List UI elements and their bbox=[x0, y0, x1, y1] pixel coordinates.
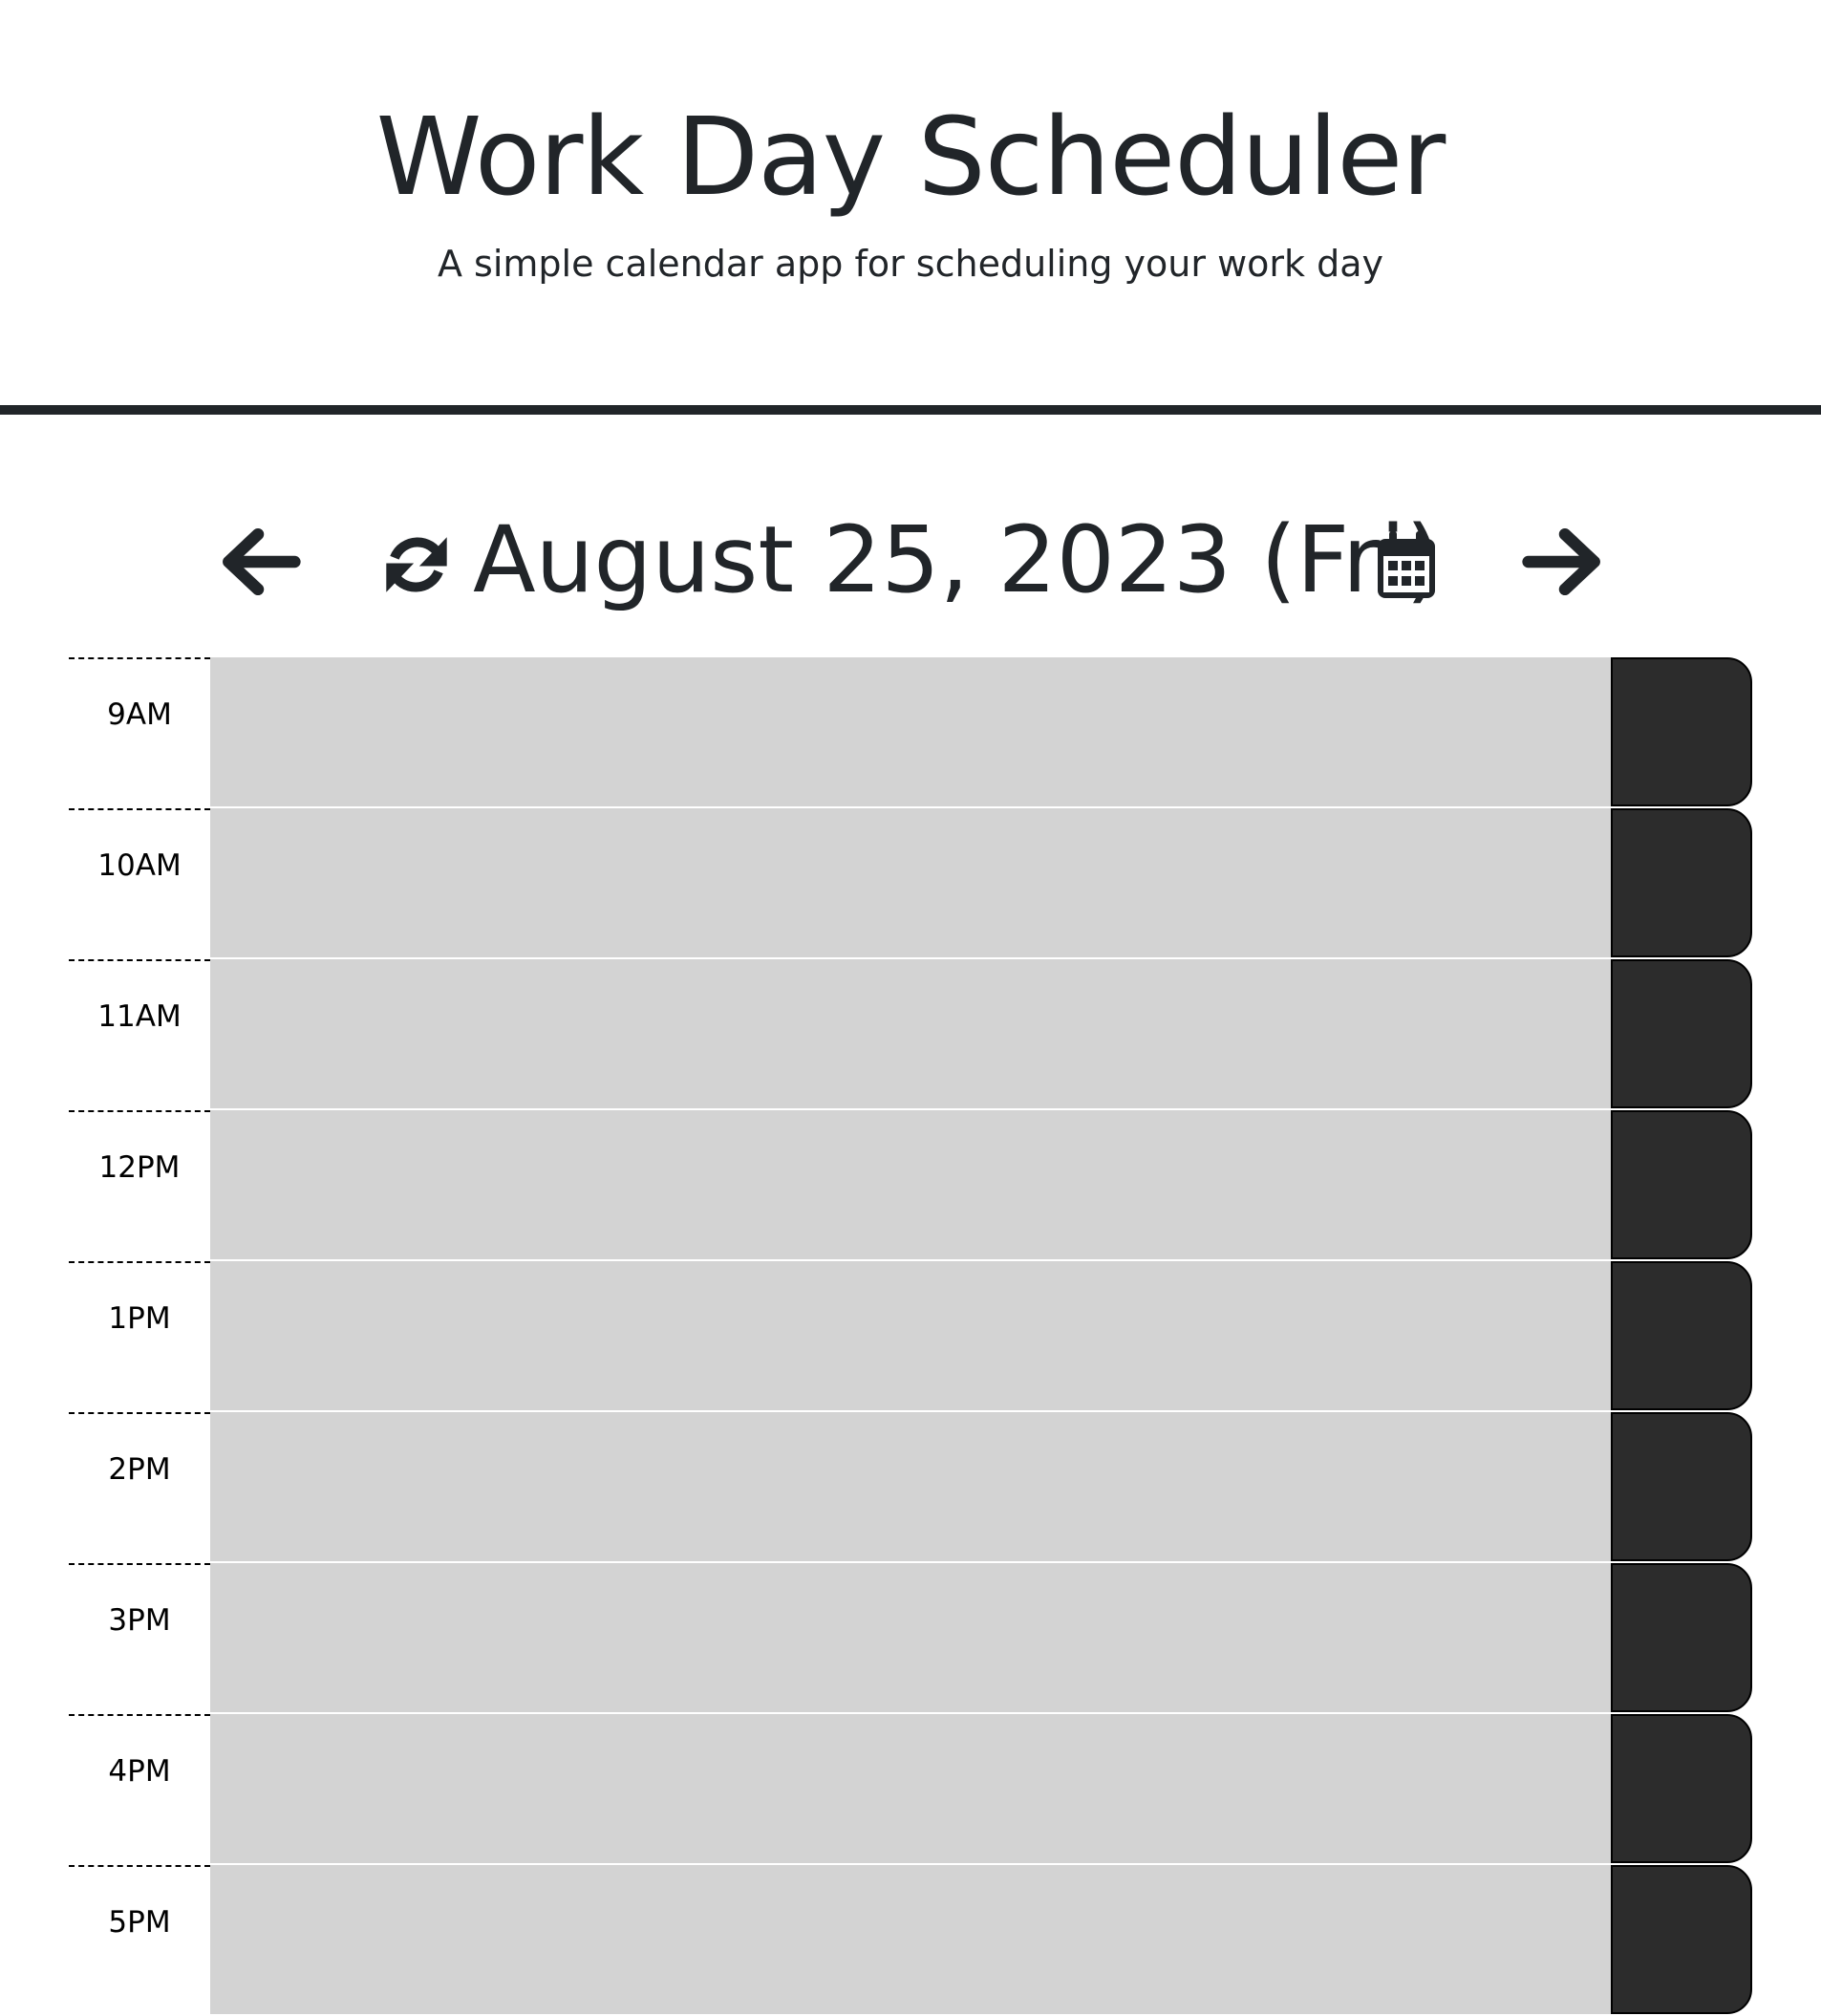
event-description-input[interactable] bbox=[210, 1110, 1611, 1259]
hour-label: 11AM bbox=[69, 959, 210, 1110]
event-description-input[interactable] bbox=[210, 1714, 1611, 1863]
page-title: Work Day Scheduler bbox=[375, 96, 1446, 220]
time-block-row: 4PM bbox=[0, 1714, 1821, 1865]
save-button[interactable] bbox=[1611, 808, 1752, 957]
save-button[interactable] bbox=[1611, 657, 1752, 806]
date-navigation: August 25, 2023 (Fri) bbox=[0, 497, 1821, 621]
save-button[interactable] bbox=[1611, 1110, 1752, 1259]
event-description-input[interactable] bbox=[210, 1412, 1611, 1561]
page-subtitle: A simple calendar app for scheduling you… bbox=[437, 243, 1384, 285]
time-block-row: 5PM bbox=[0, 1865, 1821, 2016]
event-description-input[interactable] bbox=[210, 657, 1611, 806]
time-block-row: 1PM bbox=[0, 1261, 1821, 1412]
time-block-row: 12PM bbox=[0, 1110, 1821, 1261]
event-description-input[interactable] bbox=[210, 1261, 1611, 1410]
save-button[interactable] bbox=[1611, 1563, 1752, 1712]
current-date: August 25, 2023 (Fri) bbox=[473, 506, 1442, 613]
time-block-row: 9AM bbox=[0, 657, 1821, 808]
hour-label: 10AM bbox=[69, 808, 210, 959]
time-block-row: 3PM bbox=[0, 1563, 1821, 1714]
event-description-input[interactable] bbox=[210, 808, 1611, 957]
arrow-right-icon[interactable] bbox=[1519, 516, 1611, 608]
event-description-input[interactable] bbox=[210, 1563, 1611, 1712]
save-button[interactable] bbox=[1611, 1714, 1752, 1863]
event-description-input[interactable] bbox=[210, 1865, 1611, 2014]
event-description-input[interactable] bbox=[210, 959, 1611, 1108]
hour-label: 5PM bbox=[69, 1865, 210, 2016]
save-button[interactable] bbox=[1611, 959, 1752, 1108]
app-header: Work Day Scheduler A simple calendar app… bbox=[0, 0, 1821, 415]
hour-label: 3PM bbox=[69, 1563, 210, 1714]
save-button[interactable] bbox=[1611, 1261, 1752, 1410]
time-block-row: 10AM bbox=[0, 808, 1821, 959]
hour-label: 4PM bbox=[69, 1714, 210, 1865]
hour-label: 9AM bbox=[69, 657, 210, 808]
save-button[interactable] bbox=[1611, 1865, 1752, 2014]
refresh-icon[interactable] bbox=[382, 530, 451, 599]
time-block-row: 2PM bbox=[0, 1412, 1821, 1563]
calendar-icon[interactable] bbox=[1376, 531, 1437, 600]
hour-label: 1PM bbox=[69, 1261, 210, 1412]
arrow-left-icon[interactable] bbox=[212, 516, 304, 608]
time-block-row: 11AM bbox=[0, 959, 1821, 1110]
hour-label: 2PM bbox=[69, 1412, 210, 1563]
save-button[interactable] bbox=[1611, 1412, 1752, 1561]
hour-label: 12PM bbox=[69, 1110, 210, 1261]
